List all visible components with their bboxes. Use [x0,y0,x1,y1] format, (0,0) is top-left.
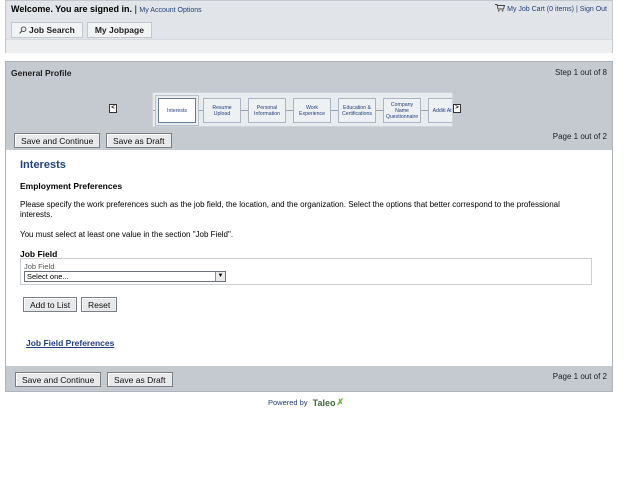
site-header: Welcome. You are signed in. | My Account… [5,0,613,53]
tab-job-search[interactable]: Job Search [11,22,83,38]
carousel-next-button[interactable]: > [453,104,461,113]
panel-title: General Profile [11,68,72,78]
profile-panel: General Profile Step 1 out of 8 < Intere… [5,61,613,392]
job-cart-link[interactable]: My Job Cart (0 items) [507,6,574,13]
tab-label: My Jobpage [94,25,144,35]
add-to-list-button[interactable]: Add to List [23,297,78,312]
step-interests[interactable]: Interests [158,98,196,123]
tab-label: Job Search [29,25,75,35]
taleo-logo: Taleo ✗ [313,397,344,408]
page-indicator-bottom: Page 1 out of 2 [552,372,607,381]
main-nav: Job Search My Jobpage [11,22,152,38]
panel-top-bar: General Profile Step 1 out of 8 < Intere… [6,62,612,150]
page-indicator: Page 1 out of 2 [552,132,607,141]
step-indicator: Step 1 out of 8 [554,68,607,77]
job-field-box: Job Field Select one... ▼ [20,258,592,285]
step-resume-upload[interactable]: Resume Upload [203,98,241,123]
subsection-heading: Employment Preferences [20,181,123,191]
step-work-experience[interactable]: Work Experience [293,98,331,123]
save-draft-button-bottom[interactable]: Save as Draft [107,372,173,387]
job-field-preferences-link[interactable]: Job Field Preferences [26,338,114,348]
taleo-mark-icon: ✗ [336,397,344,407]
separator: | [575,6,578,13]
instructions-text: Please specify the work preferences such… [20,200,560,219]
user-links: My Job Cart (0 items) | Sign Out [495,4,607,13]
save-continue-button[interactable]: Save and Continue [14,133,101,148]
reset-button[interactable]: Reset [81,297,118,312]
step-education[interactable]: Education & Certifications [338,98,376,123]
job-field-select[interactable]: Select one... ▼ [24,271,226,282]
sign-out-link[interactable]: Sign Out [580,6,607,13]
powered-by: Powered by Taleo ✗ [268,397,344,408]
section-title: Interests [20,159,66,171]
account-options-link[interactable]: My Account Options [139,7,201,14]
requirement-text: You must select at least one value in th… [20,230,234,239]
save-draft-button[interactable]: Save as Draft [106,133,172,148]
panel-bottom-bar: Save and Continue Save as Draft Page 1 o… [6,366,612,391]
tab-my-jobpage[interactable]: My Jobpage [86,22,152,38]
header-strip [6,39,612,53]
welcome-message: Welcome. You are signed in. [11,4,133,14]
select-value: Select one... [27,272,69,281]
step-attachments[interactable]: Additi Attach [428,98,452,123]
job-field-label: Job Field [24,262,55,271]
welcome-bar: Welcome. You are signed in. | My Account… [11,4,202,14]
save-continue-button-bottom[interactable]: Save and Continue [15,372,102,387]
carousel-prev-button[interactable]: < [109,104,117,113]
cart-icon [495,4,506,12]
logo-text: Taleo [312,397,336,408]
search-icon [19,26,27,34]
step-questionnaire[interactable]: Company Name Questionnaire [383,98,421,123]
step-personal-information[interactable]: Personal Information [248,98,286,123]
powered-by-text: Powered by [268,398,308,407]
separator: | [134,4,137,14]
step-carousel: Interests Resume Upload Personal Informa… [152,92,453,127]
chevron-down-icon: ▼ [215,272,225,281]
